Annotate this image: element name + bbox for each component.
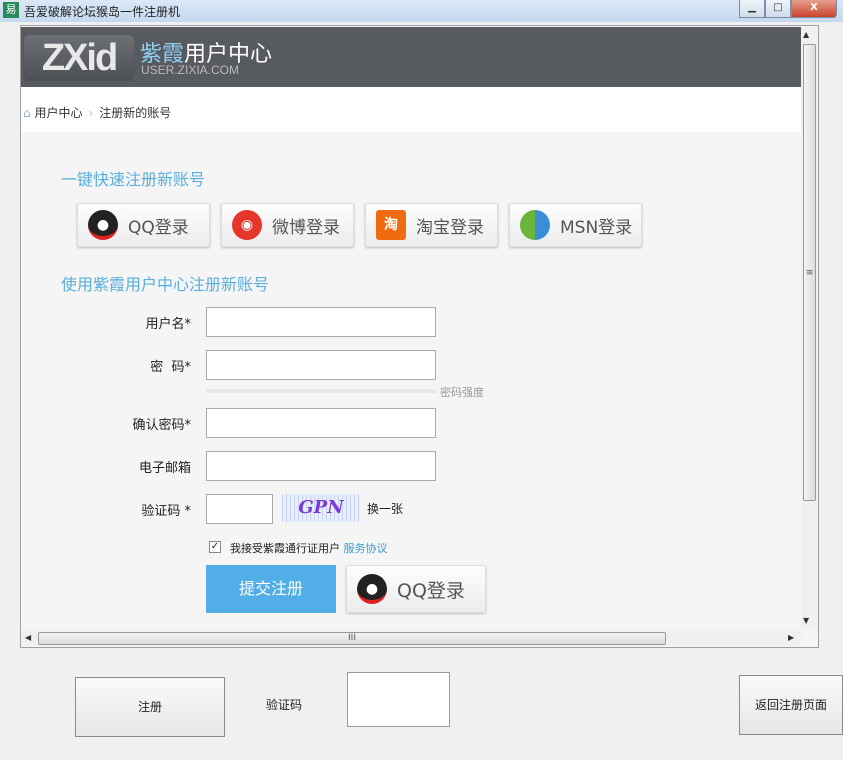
app-icon: 易 <box>3 2 19 18</box>
taobao-login-button[interactable]: 淘淘宝登录 <box>365 203 498 247</box>
form-title: 使用紫霞用户中心注册新账号 <box>61 275 270 294</box>
captcha-label: 验证码 * <box>141 504 191 519</box>
refresh-captcha-link[interactable]: 换一张 <box>367 500 403 517</box>
email-label: 电子邮箱 <box>138 461 191 476</box>
label: 淘宝登录 <box>416 217 484 238</box>
back-to-register-button[interactable]: 返回注册页面 <box>739 675 843 735</box>
agree-checkbox[interactable]: ✓ <box>209 541 221 553</box>
close-button[interactable]: X <box>791 0 837 18</box>
password-input[interactable] <box>206 350 436 380</box>
brand-url: USER.ZIXIA.COM <box>141 63 240 77</box>
confirm-password-input[interactable] <box>206 408 436 438</box>
register-button[interactable]: 注册 <box>75 677 225 737</box>
label: QQ登录 <box>128 217 189 238</box>
agree-label: 我接受紫霞通行证用户 <box>230 542 340 555</box>
confirm-password-label: 确认密码* <box>132 418 191 433</box>
scroll-right-icon[interactable]: ▶ <box>788 633 794 642</box>
qq-login-button-2[interactable]: ● QQ登录 <box>346 565 486 613</box>
captcha-input[interactable] <box>206 494 273 524</box>
home-icon: ⌂ <box>23 106 31 120</box>
password-strength-label: 密码强度 <box>440 386 484 399</box>
qq-penguin-icon: ● <box>357 574 387 604</box>
vertical-scroll-thumb[interactable]: ≡ <box>803 44 816 501</box>
scroll-left-icon[interactable]: ◀ <box>25 633 31 642</box>
label: 微博登录 <box>272 217 340 238</box>
breadcrumb-home[interactable]: 用户中心 <box>34 106 82 120</box>
submit-register-button[interactable]: 提交注册 <box>206 565 336 613</box>
password-label: 密 码* <box>150 360 191 375</box>
scroll-up-icon[interactable]: ▲ <box>803 30 809 39</box>
username-input[interactable] <box>206 307 436 337</box>
zxid-logo: ZXid <box>24 35 134 81</box>
bottom-captcha-input[interactable] <box>347 672 450 727</box>
terms-link[interactable]: 服务协议 <box>344 542 388 555</box>
label: MSN登录 <box>560 217 633 238</box>
taobao-icon: 淘 <box>376 210 406 240</box>
bottom-captcha-label: 验证码 <box>266 698 303 712</box>
username-label: 用户名* <box>145 317 191 332</box>
agree-text: 我接受紫霞通行证用户 服务协议 <box>230 540 388 556</box>
msn-login-button[interactable]: MSN登录 <box>509 203 642 247</box>
password-strength-bar <box>206 389 436 393</box>
quick-register-title: 一键快速注册新账号 <box>61 170 206 189</box>
breadcrumb: ⌂ 用户中心 › 注册新的账号 <box>23 104 171 121</box>
scroll-down-icon[interactable]: ▼ <box>803 616 809 625</box>
qq-penguin-icon: ● <box>88 210 118 240</box>
minimize-button[interactable]: ▁ <box>739 0 765 18</box>
horizontal-scroll-thumb[interactable]: III <box>38 632 666 645</box>
weibo-login-button[interactable]: ◉ 微博登录 <box>221 203 354 247</box>
qq-login-button[interactable]: ● QQ登录 <box>77 203 210 247</box>
maximize-button[interactable]: □ <box>765 0 791 18</box>
captcha-image[interactable]: GPN <box>282 494 360 522</box>
site-header <box>21 27 801 87</box>
breadcrumb-separator: › <box>88 106 94 120</box>
window-title: 吾爱破解论坛猴岛一件注册机 <box>24 5 181 19</box>
label: QQ登录 <box>397 579 465 602</box>
weibo-icon: ◉ <box>232 210 262 240</box>
breadcrumb-current: 注册新的账号 <box>99 106 172 120</box>
email-input[interactable] <box>206 451 436 481</box>
msn-icon <box>520 210 550 240</box>
